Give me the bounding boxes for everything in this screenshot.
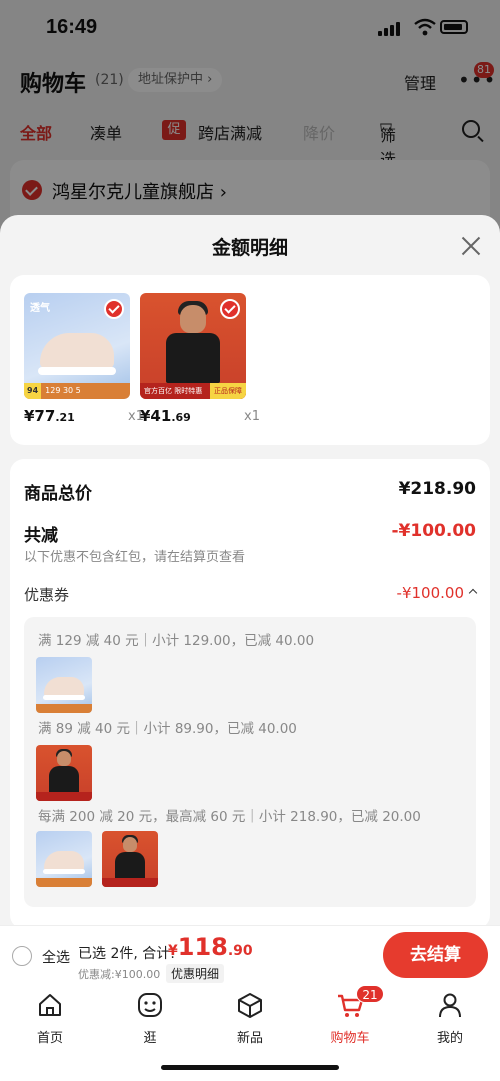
discount-label: 共减	[24, 526, 58, 546]
price-int: 118	[177, 933, 228, 961]
tab-label: 购物车	[330, 1031, 370, 1046]
coupon-breakdown: 满 129 减 40 元｜小计 129.00，已减 40.00 满 89 减 4…	[24, 617, 476, 907]
price-symbol: ¥	[168, 943, 178, 959]
product-band-left: 官方百亿 限时特惠	[144, 387, 203, 395]
coupon-toggle[interactable]: -¥100.00	[396, 584, 478, 602]
tab-cart[interactable]: 21 购物车	[310, 985, 390, 1046]
checkout-bar: 全选 已选 2件, 合计: ¥118.90 优惠减:¥100.00 优惠明细 去…	[0, 925, 500, 983]
product-price: ¥77.21 x1	[24, 407, 144, 427]
price-int: ¥77	[24, 407, 56, 425]
coupon-value: -¥100.00	[396, 584, 464, 602]
product-band-right: 正品保障	[210, 383, 246, 399]
select-all-radio[interactable]	[12, 946, 32, 966]
discount-value: -¥100.00	[391, 521, 477, 541]
product-qty: x1	[244, 409, 260, 424]
product-price: ¥41.69 x1	[140, 407, 260, 427]
tab-label: 首页	[36, 1031, 63, 1046]
tab-new[interactable]: 新品	[210, 991, 290, 1046]
browse-icon	[138, 993, 162, 1017]
sheet-title: 金额明细	[211, 237, 288, 259]
tab-label: 新品	[236, 1031, 263, 1046]
total-label: 商品总价	[24, 484, 92, 504]
tab-label: 我的	[436, 1031, 463, 1046]
product-item[interactable]: 官方百亿 限时特惠 正品保障 ¥41.69 x1	[140, 293, 260, 427]
tab-browse[interactable]: 逛	[110, 991, 190, 1046]
coupon-label: 优惠券	[24, 586, 70, 604]
selected-summary: 已选 2件, 合计:	[78, 946, 175, 962]
price-dec: .69	[171, 411, 191, 424]
close-icon[interactable]	[460, 235, 482, 257]
coupon-product-thumb	[36, 657, 92, 713]
coupon-rule: 满 129 减 40 元｜小计 129.00，已减 40.00	[38, 633, 315, 649]
tab-home[interactable]: 首页	[10, 991, 90, 1046]
product-image-shirt: 官方百亿 限时特惠 正品保障	[140, 293, 246, 399]
product-band-text: 129 30 5	[45, 386, 81, 395]
coupon-product-thumb	[36, 745, 92, 801]
tab-label: 逛	[143, 1031, 157, 1046]
product-item[interactable]: 透气 94 129 30 5 ¥77.21 x1	[24, 293, 144, 427]
coupon-rule: 每满 200 减 20 元，最高减 60 元｜小计 218.90，已减 20.0…	[38, 809, 421, 825]
select-all-label[interactable]: 全选	[42, 947, 70, 967]
tab-profile[interactable]: 我的	[410, 991, 490, 1046]
home-icon	[39, 994, 61, 1016]
discount-detail-link[interactable]: 优惠明细	[166, 964, 225, 983]
coupon-product-thumb	[36, 831, 92, 887]
brand-logo: 透气	[30, 303, 50, 314]
price-int: ¥41	[140, 407, 172, 425]
selected-products-card: 透气 94 129 30 5 ¥77.21 x1 官方百亿 限时特惠 正品保障 ¥4…	[10, 275, 490, 445]
profile-icon	[439, 993, 461, 1018]
coupon-product-thumb	[102, 831, 158, 887]
cart-badge: 21	[356, 985, 384, 1003]
product-image-shoe: 透气 94 129 30 5	[24, 293, 130, 399]
price-detail-card: 商品总价 ¥218.90 共减 -¥100.00 以下优惠不包含红包，请在结算页…	[10, 459, 490, 929]
home-indicator	[161, 1065, 339, 1070]
box-icon	[238, 993, 262, 1018]
price-dec: .21	[55, 411, 75, 424]
check-icon[interactable]	[104, 299, 124, 319]
chevron-up-icon	[468, 588, 478, 598]
total-value: ¥218.90	[398, 479, 476, 499]
product-badge-number: 94	[24, 383, 42, 399]
total-price: ¥118.90	[168, 933, 253, 961]
discount-summary: 优惠减:¥100.00	[78, 968, 161, 981]
checkout-button[interactable]: 去结算	[383, 932, 488, 978]
coupon-rule: 满 89 减 40 元｜小计 89.90，已减 40.00	[38, 721, 297, 737]
price-dec: .90	[227, 943, 253, 959]
discount-note: 以下优惠不包含红包，请在结算页查看	[24, 550, 246, 565]
check-icon[interactable]	[220, 299, 240, 319]
